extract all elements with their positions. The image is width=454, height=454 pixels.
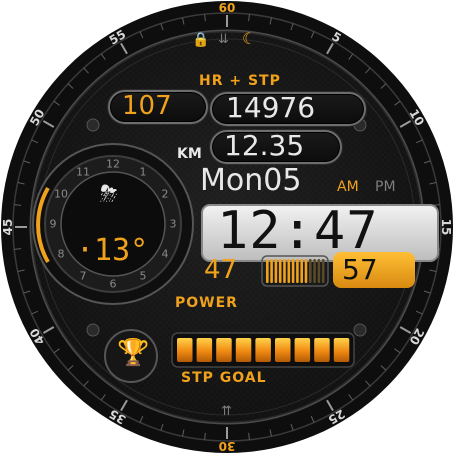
power-gauge-bar [304,259,308,283]
subdial-number-4: 4 [161,248,168,261]
distance-value: 12.35 [224,129,305,162]
steps-value: 14976 [226,91,316,124]
power-gauge-bar [283,259,286,283]
step-goal-segment [275,338,291,362]
step-goal-segment [314,338,330,362]
temperature-value: ·13° [76,233,149,268]
power-gauge-bar [296,259,299,283]
subdial-number-9: 9 [50,218,57,231]
lock-icon: 🔒 [192,32,210,48]
power-gauge-bar [309,259,312,283]
power-gauge-bar [317,259,321,283]
subdial-number-2: 2 [161,188,168,201]
bezel-label-45: 45 [1,219,15,236]
power-gauge-bar [274,259,278,283]
trophy-icon[interactable]: 🏆 [117,340,149,366]
step-goal-segment [216,338,232,362]
time-display[interactable]: 12:47 [217,205,379,257]
subdial-number-6: 6 [110,278,117,291]
power-gauge-bar [313,259,316,283]
bezel-label-30: 30 [219,439,236,453]
step-goal-segment [177,338,193,362]
step-goal-label: STP GOAL [181,370,267,386]
power-gauge-bar [291,259,295,283]
power-gauge-bar [300,259,303,283]
power-gauge-bar [321,259,325,283]
power-gauge-bar [287,259,291,283]
step-goal-segments [171,332,355,368]
subdial-number-1: 1 [140,166,147,179]
power-gauge-bar [270,259,273,283]
subdial-number-12: 12 [106,158,120,171]
subdial-number-8: 8 [58,248,65,261]
step-goal-segment [255,338,271,362]
power-right-value: 57 [342,253,378,286]
subdial-number-10: 10 [54,188,68,201]
double-chevron-up-icon[interactable]: ⇈ [221,405,232,418]
header-label: HR + STP [199,73,281,89]
distance-unit: KM [177,146,202,162]
power-gauge-bar [278,259,282,283]
moon-icon: ☾ [242,29,257,48]
step-goal-segment [333,338,350,362]
power-left-value: 47 [204,255,238,285]
subdial-number-11: 11 [76,166,90,179]
step-goal-segment [196,338,213,362]
subdial-number-7: 7 [80,269,87,282]
heart-rate-value: 107 [122,91,172,121]
power-gauge-bar [266,259,269,283]
power-label: POWER [175,295,238,311]
bezel-label-15: 15 [439,219,453,236]
double-chevron-down-icon: ⇊ [218,32,229,47]
subdial-number-5: 5 [140,269,147,282]
am-indicator: AM [337,179,359,195]
step-goal-segment [235,338,252,362]
step-goal-segment [294,338,311,362]
bezel-label-60: 60 [219,1,236,15]
pm-indicator: PM [375,179,396,195]
date-text[interactable]: Mon05 [200,166,301,196]
subdial-number-3: 3 [170,218,177,231]
thunderstorm-cloud-icon[interactable]: ⛈ [100,184,118,206]
